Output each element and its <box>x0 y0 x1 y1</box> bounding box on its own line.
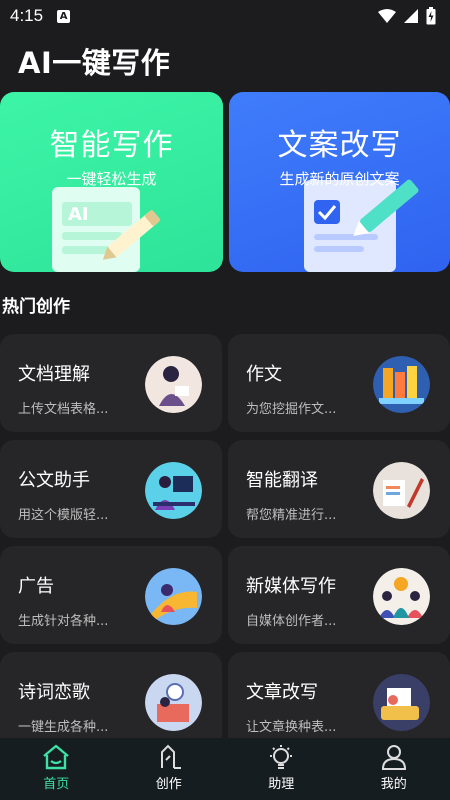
tab-home[interactable]: 首页 <box>0 738 113 800</box>
books-icon <box>373 356 430 413</box>
card-title: 公文助手 <box>18 470 90 491</box>
card-poetry[interactable]: 诗词恋歌 一键生成各种... <box>0 652 222 750</box>
user-icon <box>381 745 406 770</box>
hero-subtitle: 一键轻松生成 <box>66 170 157 188</box>
tab-profile[interactable]: 我的 <box>338 738 450 800</box>
hero-title: 智能写作 <box>49 128 174 163</box>
card-desc: 用这个模版轻... <box>18 508 109 523</box>
card-doc-understanding[interactable]: 文档理解 上传文档表格... <box>0 334 222 432</box>
status-indicators <box>378 7 436 25</box>
card-new-media[interactable]: 新媒体写作 自媒体创作者... <box>228 546 450 644</box>
card-desc: 让文章换种表... <box>246 720 337 735</box>
tab-label: 我的 <box>380 777 407 792</box>
typewriter-icon <box>373 674 430 731</box>
card-title: 诗词恋歌 <box>18 682 90 703</box>
card-translation[interactable]: 智能翻译 帮您精准进行... <box>228 440 450 538</box>
tab-create[interactable]: 创作 <box>113 738 226 800</box>
card-desc: 为您挖掘作文... <box>246 402 337 417</box>
wifi-icon <box>378 9 396 23</box>
home-icon <box>43 744 70 770</box>
battery-icon <box>426 7 436 25</box>
bottom-tab-bar: 首页 创作 助理 我的 <box>0 738 450 800</box>
hero-card-copy-rewrite[interactable]: 文案改写 生成新的原创文案 <box>229 92 450 272</box>
tab-label: 首页 <box>43 777 70 792</box>
card-title: 文章改写 <box>246 682 318 703</box>
card-title: 作文 <box>246 364 282 385</box>
hero-subtitle: 生成新的原创文案 <box>279 170 400 188</box>
team-icon <box>373 568 430 625</box>
card-title: 智能翻译 <box>246 470 318 491</box>
notification-icon: A <box>57 9 71 23</box>
status-bar: 4:15 A <box>0 0 450 32</box>
card-advertising[interactable]: 广告 生成针对各种... <box>0 546 222 644</box>
office-worker-icon <box>145 462 202 519</box>
card-desc: 帮您精准进行... <box>246 508 337 523</box>
card-desc: 一键生成各种... <box>18 720 109 735</box>
section-title: 热门创作 <box>2 297 70 317</box>
tab-label: 助理 <box>268 777 295 792</box>
tab-assistant[interactable]: 助理 <box>225 738 338 800</box>
card-desc: 自媒体创作者... <box>246 614 337 629</box>
app-title: AI一键写作 <box>18 46 171 80</box>
card-title: 新媒体写作 <box>246 576 336 597</box>
card-desc: 生成针对各种... <box>18 614 109 629</box>
card-title: 广告 <box>18 576 54 597</box>
card-desc: 上传文档表格... <box>18 402 109 417</box>
status-time: 4:15 <box>10 6 44 25</box>
card-article-rewrite[interactable]: 文章改写 让文章换种表... <box>228 652 450 750</box>
ai-badge: AI <box>68 204 89 225</box>
tab-label: 创作 <box>155 777 182 792</box>
card-official-doc[interactable]: 公文助手 用这个模版轻... <box>0 440 222 538</box>
clock-icon <box>145 674 202 731</box>
megaphone-icon <box>145 568 202 625</box>
card-essay[interactable]: 作文 为您挖掘作文... <box>228 334 450 432</box>
signal-icon <box>404 9 418 23</box>
bulb-icon <box>270 745 293 769</box>
reading-woman-icon <box>145 356 202 413</box>
pen-icon <box>160 744 181 769</box>
hero-title: 文案改写 <box>277 128 402 163</box>
writing-desk-icon <box>373 462 430 519</box>
card-title: 文档理解 <box>18 364 90 385</box>
hero-card-smart-writing[interactable]: 智能写作 一键轻松生成 AI <box>0 92 223 272</box>
